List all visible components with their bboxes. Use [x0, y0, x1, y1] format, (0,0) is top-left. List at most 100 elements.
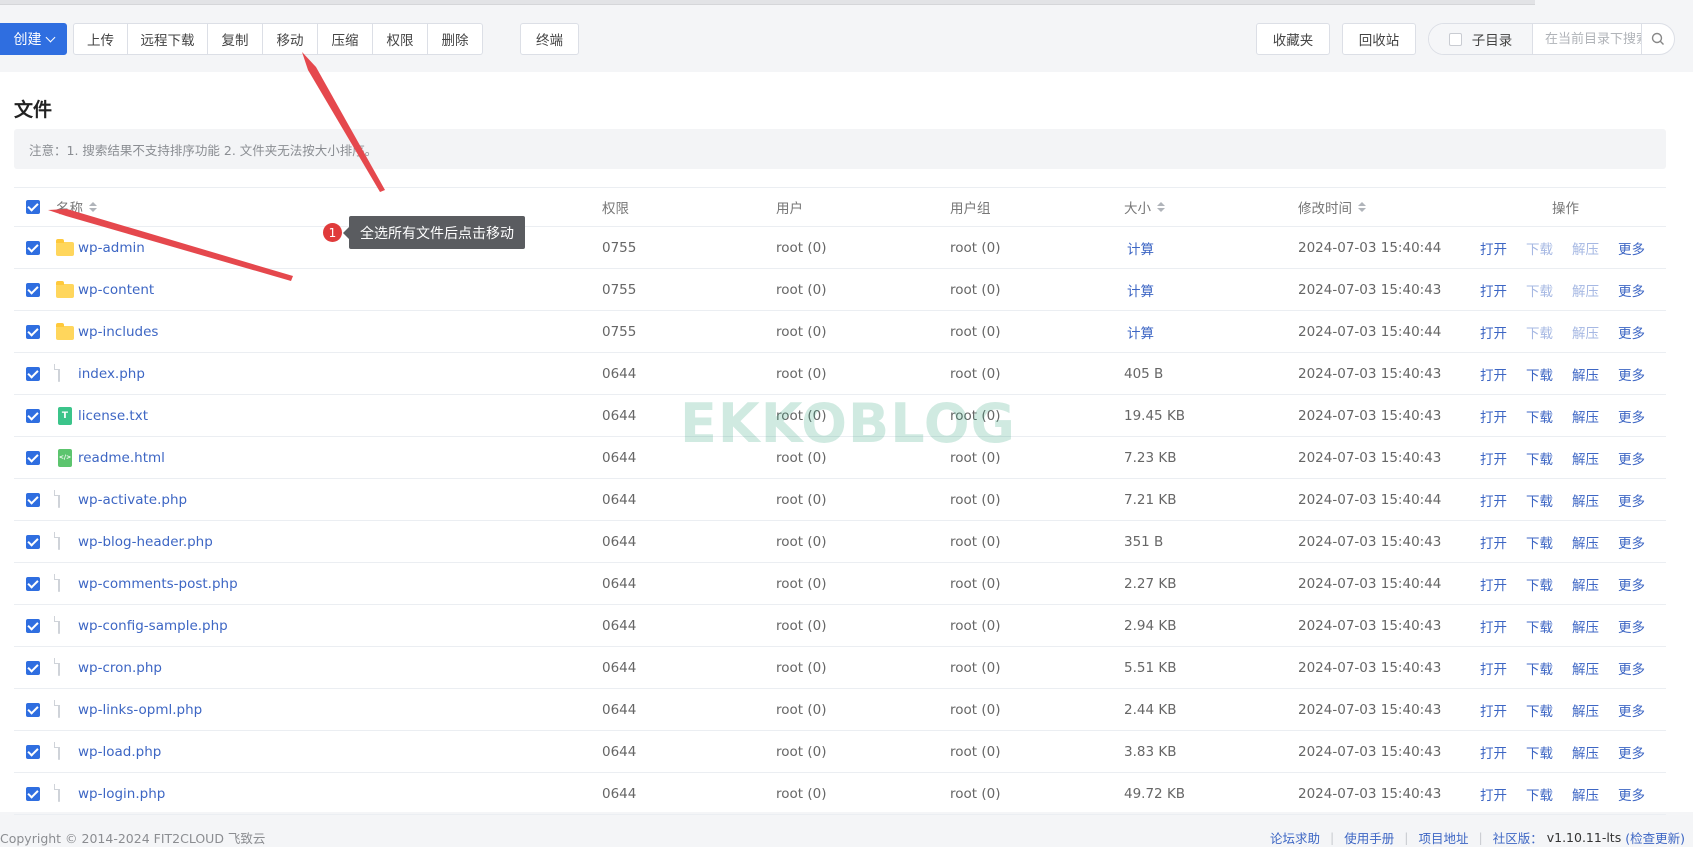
more-link[interactable]: 更多: [1618, 364, 1664, 384]
file-name-link[interactable]: index.php: [78, 366, 145, 382]
table-row[interactable]: wp-cron.php 0644 root (0) root (0) 5.51 …: [14, 647, 1666, 689]
terminal-button[interactable]: 终端: [520, 23, 579, 55]
compute-size-link[interactable]: 计算: [1127, 238, 1154, 258]
download-link[interactable]: 下载: [1526, 658, 1572, 678]
extract-link[interactable]: 解压: [1572, 448, 1618, 468]
more-link[interactable]: 更多: [1618, 784, 1664, 804]
extract-link[interactable]: 解压: [1572, 532, 1618, 552]
check-update-link[interactable]: (检查更新): [1625, 828, 1685, 847]
more-link[interactable]: 更多: [1618, 490, 1664, 510]
row-checkbox[interactable]: [26, 521, 40, 562]
select-all-checkbox[interactable]: [26, 188, 40, 226]
copy-button[interactable]: 复制: [208, 23, 263, 55]
forum-link[interactable]: 论坛求助: [1270, 828, 1320, 847]
row-checkbox[interactable]: [26, 353, 40, 394]
download-link[interactable]: 下载: [1526, 490, 1572, 510]
extract-link[interactable]: 解压: [1572, 406, 1618, 426]
table-row[interactable]: wp-blog-header.php 0644 root (0) root (0…: [14, 521, 1666, 563]
extract-link[interactable]: 解压: [1572, 700, 1618, 720]
row-checkbox[interactable]: [26, 773, 40, 814]
more-link[interactable]: 更多: [1618, 322, 1664, 342]
download-link[interactable]: 下载: [1526, 448, 1572, 468]
permission-button[interactable]: 权限: [373, 23, 428, 55]
open-link[interactable]: 打开: [1480, 364, 1526, 384]
remote-download-button[interactable]: 远程下载: [128, 23, 208, 55]
file-name-link[interactable]: wp-activate.php: [78, 492, 187, 508]
search-input[interactable]: [1533, 25, 1641, 53]
table-row[interactable]: wp-load.php 0644 root (0) root (0) 3.83 …: [14, 731, 1666, 773]
favorites-button[interactable]: 收藏夹: [1256, 23, 1330, 55]
table-row[interactable]: wp-login.php 0644 root (0) root (0) 49.7…: [14, 773, 1666, 815]
delete-button[interactable]: 删除: [428, 23, 483, 55]
download-link[interactable]: 下载: [1526, 280, 1572, 300]
row-checkbox[interactable]: [26, 311, 40, 352]
more-link[interactable]: 更多: [1618, 448, 1664, 468]
row-checkbox[interactable]: [26, 227, 40, 268]
file-name-link[interactable]: wp-cron.php: [78, 660, 162, 676]
download-link[interactable]: 下载: [1526, 322, 1572, 342]
download-link[interactable]: 下载: [1526, 238, 1572, 258]
download-link[interactable]: 下载: [1526, 406, 1572, 426]
download-link[interactable]: 下载: [1526, 364, 1572, 384]
open-link[interactable]: 打开: [1480, 658, 1526, 678]
extract-link[interactable]: 解压: [1572, 238, 1618, 258]
extract-link[interactable]: 解压: [1572, 322, 1618, 342]
row-checkbox[interactable]: [26, 563, 40, 604]
more-link[interactable]: 更多: [1618, 406, 1664, 426]
more-link[interactable]: 更多: [1618, 742, 1664, 762]
move-button[interactable]: 移动: [263, 23, 318, 55]
extract-link[interactable]: 解压: [1572, 616, 1618, 636]
subdir-checkbox[interactable]: [1448, 32, 1462, 46]
open-link[interactable]: 打开: [1480, 238, 1526, 258]
download-link[interactable]: 下载: [1526, 742, 1572, 762]
extract-link[interactable]: 解压: [1572, 364, 1618, 384]
row-checkbox[interactable]: [26, 731, 40, 772]
file-name-link[interactable]: wp-comments-post.php: [78, 576, 238, 592]
table-row[interactable]: wp-includes 0755 root (0) root (0) 计算 20…: [14, 311, 1666, 353]
more-link[interactable]: 更多: [1618, 658, 1664, 678]
table-row[interactable]: wp-activate.php 0644 root (0) root (0) 7…: [14, 479, 1666, 521]
table-row[interactable]: </> readme.html 0644 root (0) root (0) 7.…: [14, 437, 1666, 479]
more-link[interactable]: 更多: [1618, 238, 1664, 258]
row-checkbox[interactable]: [26, 689, 40, 730]
table-row[interactable]: wp-content 0755 root (0) root (0) 计算 202…: [14, 269, 1666, 311]
file-name-link[interactable]: readme.html: [78, 450, 165, 466]
size-column-header[interactable]: 大小: [1124, 188, 1165, 226]
subdir-toggle[interactable]: 子目录: [1429, 24, 1533, 54]
file-name-link[interactable]: wp-config-sample.php: [78, 618, 228, 634]
row-checkbox[interactable]: [26, 395, 40, 436]
compute-size-link[interactable]: 计算: [1127, 322, 1154, 342]
table-row[interactable]: wp-config-sample.php 0644 root (0) root …: [14, 605, 1666, 647]
row-checkbox[interactable]: [26, 269, 40, 310]
compute-size-link[interactable]: 计算: [1127, 280, 1154, 300]
search-button[interactable]: [1641, 24, 1674, 54]
download-link[interactable]: 下载: [1526, 532, 1572, 552]
table-row[interactable]: wp-comments-post.php 0644 root (0) root …: [14, 563, 1666, 605]
file-name-link[interactable]: wp-load.php: [78, 744, 161, 760]
table-row[interactable]: wp-admin 0755 root (0) root (0) 计算 2024-…: [14, 227, 1666, 269]
row-checkbox[interactable]: [26, 479, 40, 520]
download-link[interactable]: 下载: [1526, 784, 1572, 804]
row-checkbox[interactable]: [26, 647, 40, 688]
file-name-link[interactable]: wp-content: [78, 282, 154, 298]
open-link[interactable]: 打开: [1480, 322, 1526, 342]
open-link[interactable]: 打开: [1480, 574, 1526, 594]
extract-link[interactable]: 解压: [1572, 574, 1618, 594]
open-link[interactable]: 打开: [1480, 448, 1526, 468]
more-link[interactable]: 更多: [1618, 616, 1664, 636]
more-link[interactable]: 更多: [1618, 280, 1664, 300]
extract-link[interactable]: 解压: [1572, 742, 1618, 762]
download-link[interactable]: 下载: [1526, 574, 1572, 594]
file-name-link[interactable]: wp-admin: [78, 240, 145, 256]
open-link[interactable]: 打开: [1480, 406, 1526, 426]
file-name-link[interactable]: wp-links-opml.php: [78, 702, 202, 718]
download-link[interactable]: 下载: [1526, 700, 1572, 720]
more-link[interactable]: 更多: [1618, 532, 1664, 552]
open-link[interactable]: 打开: [1480, 742, 1526, 762]
row-checkbox[interactable]: [26, 437, 40, 478]
extract-link[interactable]: 解压: [1572, 658, 1618, 678]
upload-button[interactable]: 上传: [73, 23, 128, 55]
name-column-header[interactable]: 名称: [56, 188, 97, 226]
table-row[interactable]: Tlicense.txt 0644 root (0) root (0) 19.4…: [14, 395, 1666, 437]
row-checkbox[interactable]: [26, 605, 40, 646]
